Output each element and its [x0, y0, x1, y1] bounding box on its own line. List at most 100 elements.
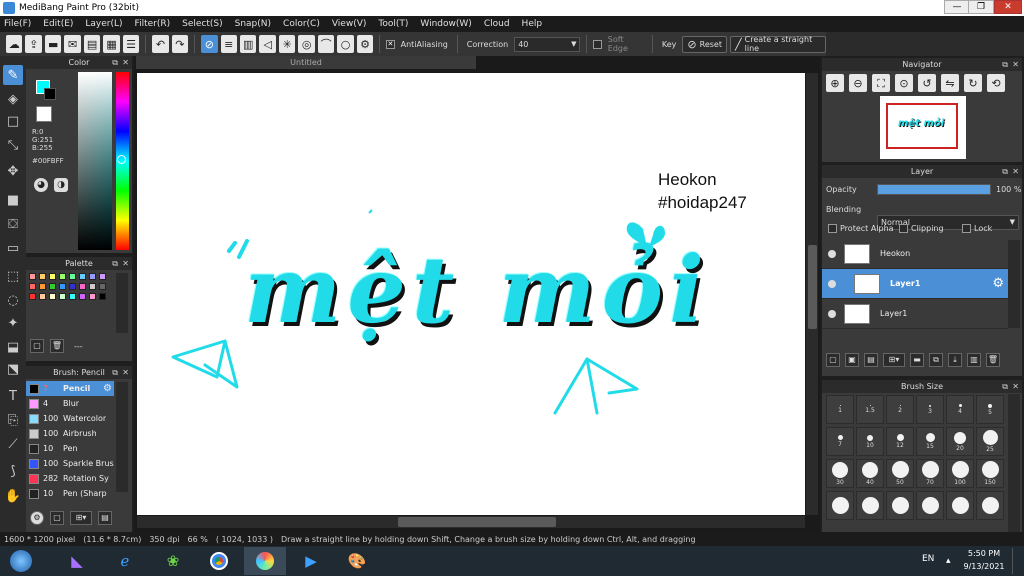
new-palette-icon[interactable]: ▢	[30, 339, 44, 353]
brush-list-item[interactable]: 282 Rotation Sy	[26, 471, 114, 486]
merge-down-icon[interactable]: ⤓	[948, 353, 962, 367]
flip-icon[interactable]: ⇋	[941, 74, 959, 92]
horizontal-scroll-thumb[interactable]	[398, 517, 556, 527]
document-tab[interactable]: Untitled	[136, 56, 476, 69]
document-icon[interactable]: ▤	[83, 35, 101, 53]
palette-swatch[interactable]	[79, 293, 86, 300]
rect-shape-tool-icon[interactable]: □	[3, 111, 23, 131]
select-pen-tool-icon[interactable]: ⬓	[3, 337, 23, 357]
close-icon[interactable]: ✕	[1012, 58, 1019, 71]
menu-select[interactable]: Select(S)	[182, 19, 223, 29]
palette-swatch[interactable]	[49, 273, 56, 280]
zoom-in-icon[interactable]: ⊕	[826, 74, 844, 92]
brush-size-cell[interactable]	[976, 491, 1004, 520]
palette-swatch[interactable]	[59, 273, 66, 280]
transparent-color-swatch[interactable]	[36, 106, 52, 122]
list-icon[interactable]: ☰	[122, 35, 140, 53]
opacity-slider[interactable]	[877, 184, 991, 195]
new-layer-icon[interactable]: ▢	[826, 353, 840, 367]
brush-size-cell[interactable]: 7	[826, 427, 854, 456]
divide-tool-icon[interactable]: ⟋	[3, 434, 23, 454]
close-button[interactable]: ✕	[994, 0, 1022, 14]
navigator-preview[interactable]: mệt mỏi	[880, 96, 966, 159]
visibility-eye-icon[interactable]	[828, 249, 836, 258]
trash-icon[interactable]: 🗑	[50, 339, 64, 353]
rotate-right-icon[interactable]: ↻	[964, 74, 982, 92]
palette-swatch[interactable]	[39, 273, 46, 280]
straight-line-button[interactable]: ╱ Create a straight line	[730, 35, 827, 53]
brush-size-scrollbar[interactable]	[1008, 394, 1020, 532]
curve-snap-icon[interactable]: ⌒	[317, 35, 335, 53]
tray-chevron-icon[interactable]: ▴	[946, 556, 951, 566]
brush-size-cell[interactable]: 5	[976, 395, 1004, 424]
lasso-tool-icon[interactable]: ◌	[3, 290, 23, 310]
brush-size-cell[interactable]: 10	[856, 427, 884, 456]
parallel-snap-icon[interactable]: ≡	[220, 35, 237, 53]
gradient-tool-icon[interactable]: ▭	[3, 238, 23, 258]
brush-settings-gear-icon[interactable]: ⚙	[103, 383, 112, 394]
protect-alpha-checkbox[interactable]	[828, 224, 837, 233]
clipping-checkbox[interactable]	[899, 224, 908, 233]
cloud-icon[interactable]: ☁	[6, 35, 23, 53]
brush-list-item[interactable]: 7 Pencil ⚙	[26, 381, 114, 396]
language-indicator[interactable]: EN	[922, 554, 934, 564]
perspective-snap-icon[interactable]: ◁	[259, 35, 276, 53]
brush-tool-icon[interactable]: ✎	[3, 65, 23, 85]
circle-snap-icon[interactable]: ○	[337, 35, 354, 53]
float-icon[interactable]: ⧉	[112, 257, 118, 270]
move-tool-icon[interactable]: ✥	[3, 161, 23, 181]
brush-list-item[interactable]: 100 Watercolor	[26, 411, 114, 426]
brush-size-cell[interactable]: 4	[946, 395, 974, 424]
correction-select[interactable]: 40 ▼	[514, 36, 581, 52]
menu-window[interactable]: Window(W)	[420, 19, 471, 29]
palette-swatch[interactable]	[79, 273, 86, 280]
palette-swatch[interactable]	[69, 283, 76, 290]
menu-layer[interactable]: Layer(L)	[85, 19, 122, 29]
palette-swatch[interactable]	[49, 293, 56, 300]
zoom-app-icon[interactable]: ▶	[290, 547, 332, 575]
menu-tool[interactable]: Tool(T)	[378, 19, 408, 29]
float-icon[interactable]: ⧉	[112, 56, 118, 69]
menu-view[interactable]: View(V)	[332, 19, 367, 29]
brush-scrollbar[interactable]	[116, 382, 128, 492]
float-icon[interactable]: ⧉	[1002, 58, 1008, 71]
palette-swatch[interactable]	[29, 293, 36, 300]
palette-scrollbar[interactable]	[116, 273, 128, 333]
brush-settings-icon[interactable]: ⚙	[30, 511, 44, 525]
palette-swatch[interactable]	[89, 273, 96, 280]
layer-row[interactable]: Layer1 ⚙	[822, 269, 1008, 299]
concentric-snap-icon[interactable]: ◎	[298, 35, 315, 53]
redo-icon[interactable]: ↷	[171, 35, 189, 53]
brush-size-cell[interactable]: 15	[916, 427, 944, 456]
new-8bit-layer-icon[interactable]: ▤	[864, 353, 878, 367]
palette-swatch[interactable]	[69, 273, 76, 280]
bucket-tool-icon[interactable]: ⛋	[3, 214, 23, 234]
brush-size-cell[interactable]: 1.5	[856, 395, 884, 424]
undo-icon[interactable]: ↶	[152, 35, 169, 53]
clock-time[interactable]: 5:50 PM	[967, 549, 1001, 558]
brush-size-cell[interactable]	[826, 491, 854, 520]
brush-size-cell[interactable]: 150	[976, 459, 1004, 488]
palette-swatch[interactable]	[99, 283, 106, 290]
rotate-left-icon[interactable]: ↺	[918, 74, 936, 92]
menu-snap[interactable]: Snap(N)	[235, 19, 271, 29]
brush-size-cell[interactable]: 50	[886, 459, 914, 488]
canvas-sheet[interactable]: Heokon #hoidap247 mệt mỏi	[137, 73, 805, 515]
brush-size-cell[interactable]: 12	[886, 427, 914, 456]
palette-swatch[interactable]	[99, 273, 106, 280]
hand-tool-icon[interactable]: ✋	[3, 486, 23, 506]
eraser-tool-icon[interactable]: ◈	[3, 89, 23, 109]
brush-list-item[interactable]: 4 Blur	[26, 396, 114, 411]
menu-cloud[interactable]: Cloud	[484, 19, 510, 29]
radial-snap-icon[interactable]: ✳	[278, 35, 296, 53]
antialiasing-checkbox[interactable]: ✕	[386, 39, 395, 49]
palette-swatch[interactable]	[39, 293, 46, 300]
add-brush-icon[interactable]: ⊞▾	[70, 511, 92, 525]
menu-filter[interactable]: Filter(R)	[135, 19, 171, 29]
select-eraser-tool-icon[interactable]: ⬔	[3, 359, 23, 379]
brush-size-cell[interactable]	[886, 491, 914, 520]
brush-size-cell[interactable]: 30	[826, 459, 854, 488]
select-tool-icon[interactable]: ⬚	[3, 266, 23, 286]
close-icon[interactable]: ✕	[122, 257, 129, 270]
brush-size-cell[interactable]: 40	[856, 459, 884, 488]
